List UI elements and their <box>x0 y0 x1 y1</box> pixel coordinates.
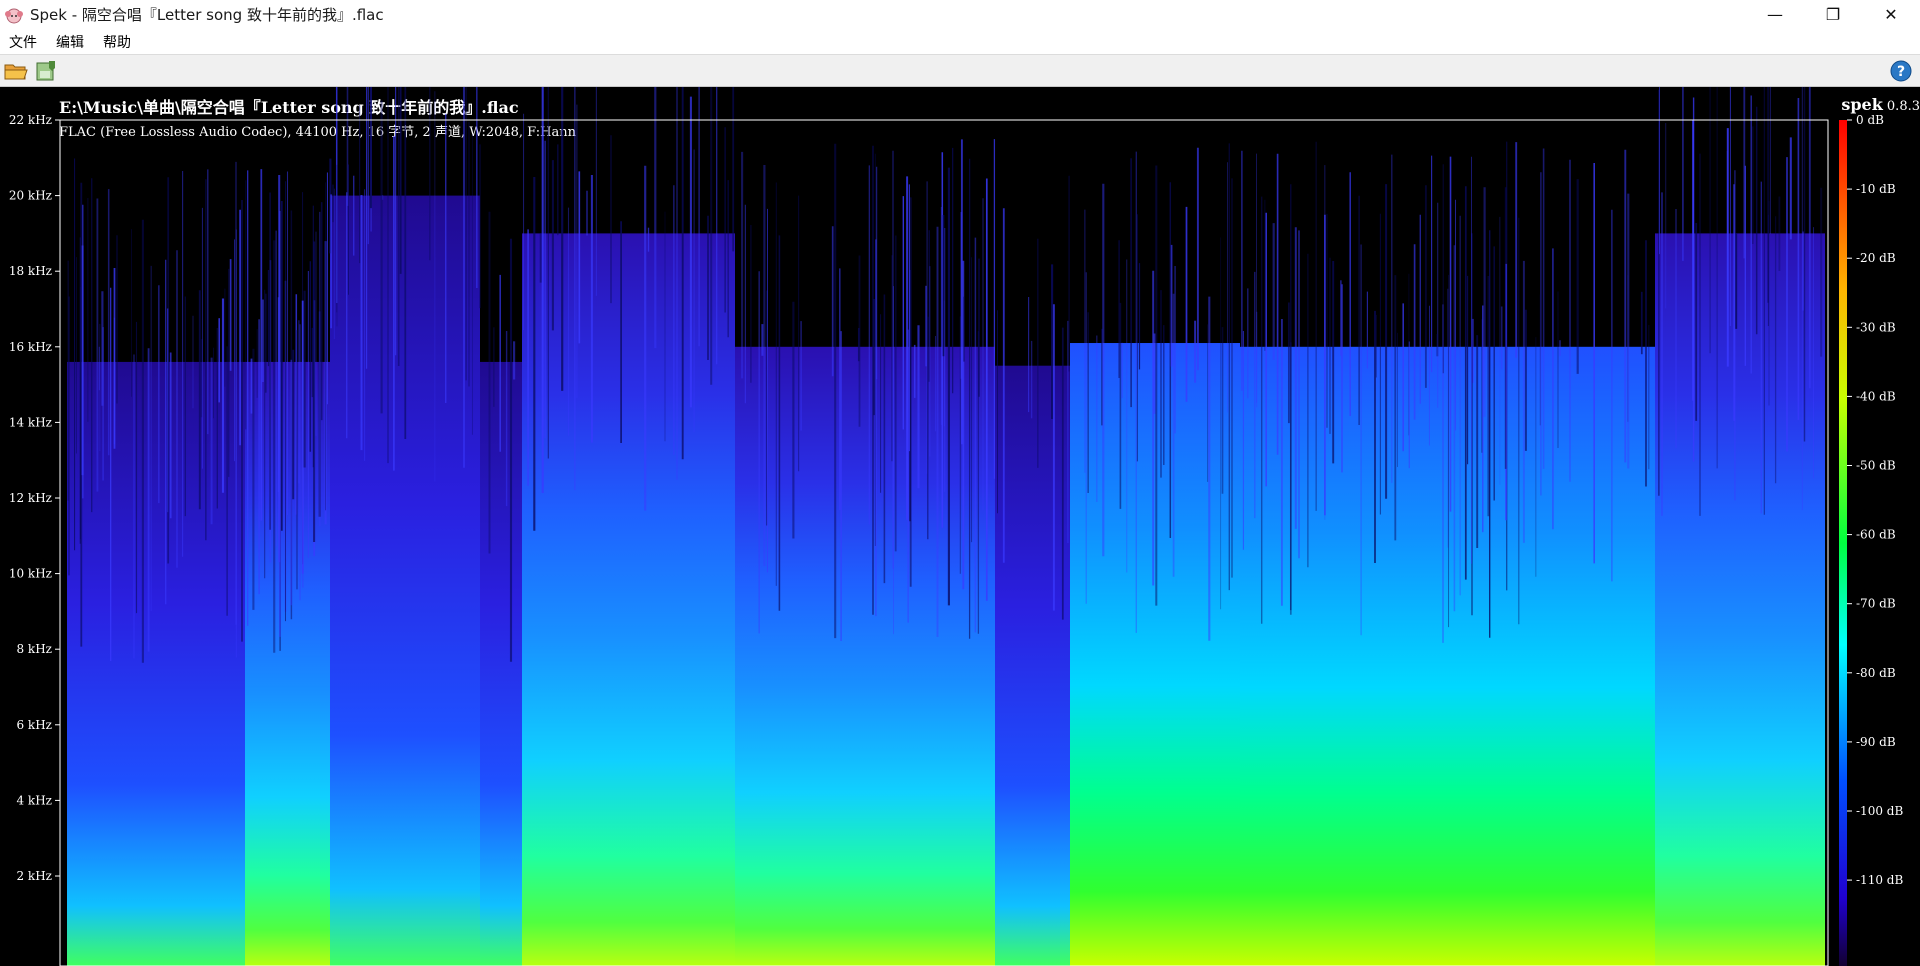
freq-tick-label: 16 kHz <box>9 340 52 354</box>
close-icon: ✕ <box>1884 5 1898 24</box>
menu-edit[interactable]: 编辑 <box>47 32 94 52</box>
db-tick-label: -10 dB <box>1856 182 1896 196</box>
freq-tick-label: 18 kHz <box>9 264 52 278</box>
db-tick-label: -60 dB <box>1856 528 1896 542</box>
spectrogram-band <box>995 365 1070 966</box>
db-tick-label: -100 dB <box>1856 804 1903 818</box>
freq-tick-label: 6 kHz <box>16 718 52 732</box>
db-tick-label: -20 dB <box>1856 251 1896 265</box>
freq-tick-label: 2 kHz <box>16 869 52 883</box>
freq-tick-label: 22 kHz <box>9 113 52 127</box>
db-tick-label: -70 dB <box>1856 597 1896 611</box>
spek-app-icon <box>5 8 23 23</box>
menu-bar: 文件 编辑 帮助 <box>0 29 1920 54</box>
restore-button[interactable]: ❐ <box>1804 0 1862 29</box>
freq-tick-label: 4 kHz <box>16 793 52 807</box>
title-bar[interactable]: Spek - 隔空合唱『Letter song 致十年前的我』.flac — ❐… <box>0 0 1920 29</box>
db-tick-label: -40 dB <box>1856 389 1896 403</box>
spectrogram-band <box>480 361 522 966</box>
spectrogram-band <box>67 361 245 966</box>
restore-icon: ❐ <box>1825 5 1841 24</box>
db-tick-label: -90 dB <box>1856 735 1896 749</box>
freq-tick-label: 20 kHz <box>9 189 52 203</box>
spectrogram-band <box>565 233 735 966</box>
spectrogram-band <box>1655 233 1825 966</box>
db-tick-label: 0 dB <box>1856 113 1884 127</box>
svg-text:?: ? <box>1897 64 1905 80</box>
spek-window: Spek - 隔空合唱『Letter song 致十年前的我』.flac — ❐… <box>0 0 1920 966</box>
spectrogram-view: E:\Music\单曲\隔空合唱『Letter song 致十年前的我』.fla… <box>0 87 1920 966</box>
close-button[interactable]: ✕ <box>1862 0 1920 29</box>
toolbar: ? <box>0 54 1920 87</box>
minimize-icon: — <box>1767 5 1783 24</box>
menu-file[interactable]: 文件 <box>0 32 47 52</box>
freq-tick-label: 8 kHz <box>16 642 52 656</box>
spectrogram-band <box>1070 343 1240 966</box>
save-image-icon[interactable] <box>33 59 59 83</box>
db-colorbar <box>1839 120 1847 966</box>
freq-tick-label: 12 kHz <box>9 491 52 505</box>
minimize-button[interactable]: — <box>1746 0 1804 29</box>
db-tick-label: -80 dB <box>1856 666 1896 680</box>
db-tick-label: -30 dB <box>1856 320 1896 334</box>
menu-help[interactable]: 帮助 <box>94 32 141 52</box>
window-controls: — ❐ ✕ <box>1746 0 1920 29</box>
freq-tick-label: 14 kHz <box>9 415 52 429</box>
window-title: Spek - 隔空合唱『Letter song 致十年前的我』.flac <box>30 6 384 24</box>
spectrogram-plot: 22 kHz 20 kHz 18 kHz 16 kHz 14 kHz 12 kHz 10 k… <box>9 87 1903 966</box>
frequency-axis: 22 kHz 20 kHz 18 kHz 16 kHz 14 kHz 12 kHz 10 k… <box>9 113 60 883</box>
help-icon[interactable]: ? <box>1890 60 1912 82</box>
db-tick-label: -50 dB <box>1856 459 1896 473</box>
db-tick-label: -110 dB <box>1856 873 1903 887</box>
open-folder-icon[interactable] <box>3 59 29 83</box>
freq-tick-label: 10 kHz <box>9 567 52 581</box>
db-axis: 0 dB -10 dB -20 dB -30 dB -40 dB -50 dB -60 dB… <box>1847 113 1903 887</box>
